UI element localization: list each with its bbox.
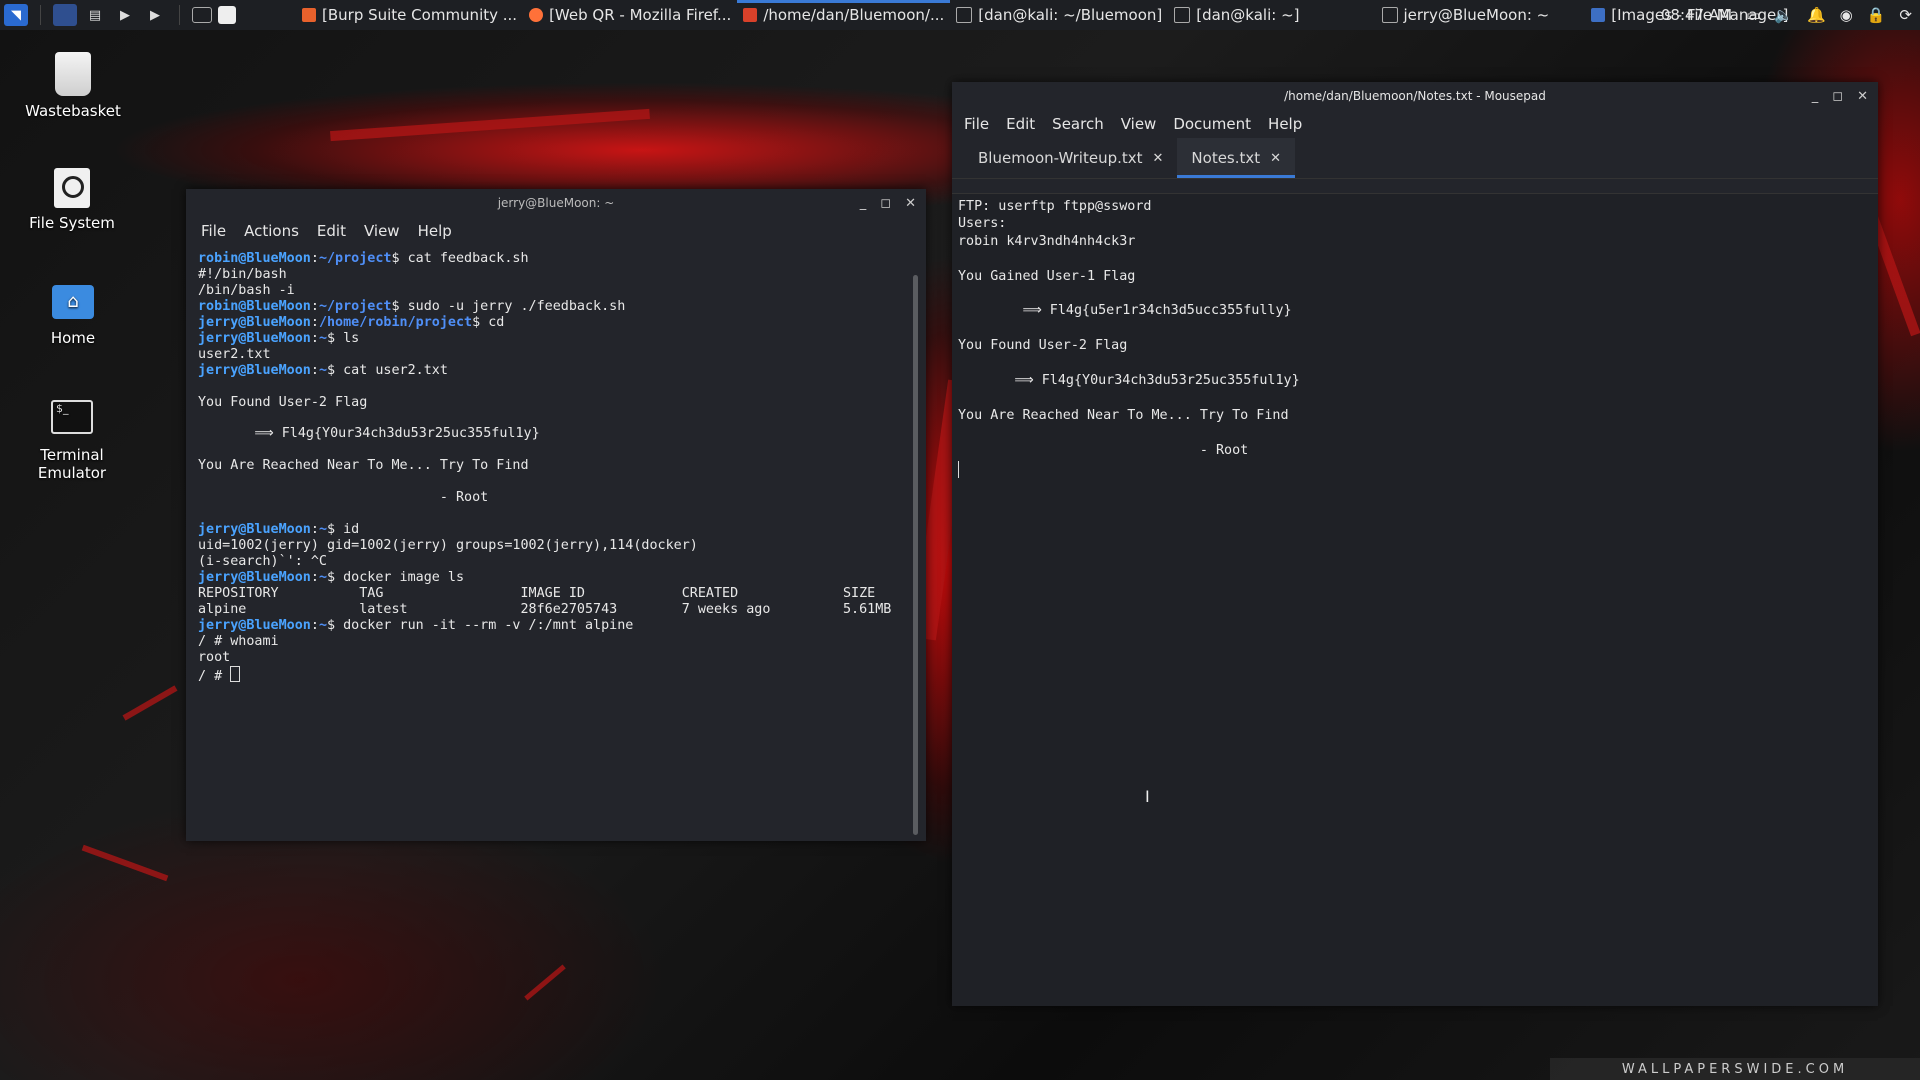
mousepad-titlebar[interactable]: /home/dan/Bluemoon/Notes.txt - Mousepad … [952, 82, 1878, 110]
file-manager-icon[interactable]: ▤ [83, 4, 107, 26]
terminal-icon [956, 7, 973, 23]
mousepad-window: /home/dan/Bluemoon/Notes.txt - Mousepad … [952, 82, 1878, 1006]
clock[interactable]: 08:47 AM [1661, 6, 1732, 24]
drive-icon [54, 168, 90, 208]
minimize-icon[interactable]: _ [1812, 89, 1819, 104]
text-caret [958, 461, 959, 478]
task-terminal-bluemoon[interactable]: [dan@kali: ~/Bluemoon] [950, 0, 1168, 30]
folder-icon [1591, 8, 1606, 22]
home-folder-icon: ⌂ [52, 285, 94, 319]
window-controls: _ ◻ ✕ [860, 189, 916, 217]
menu-actions[interactable]: Actions [244, 222, 299, 240]
menu-document[interactable]: Document [1173, 115, 1251, 133]
close-icon[interactable]: ✕ [905, 196, 916, 211]
terminal-window: jerry@BlueMoon: ~ _ ◻ ✕ File Actions Edi… [186, 189, 926, 841]
top-panel: ◥ ▤ ▶ ▶ [Burp Suite Community ... [Web Q… [0, 0, 1920, 30]
panel-separator [40, 5, 41, 25]
menu-help[interactable]: Help [1268, 115, 1302, 133]
mouse-ibeam-cursor-icon: I [1145, 787, 1150, 806]
wallpaper-watermark: WALLPAPERSWIDE.COM [1550, 1058, 1920, 1080]
menu-view[interactable]: View [364, 222, 400, 240]
desktop-icon-label: Wastebasket [25, 102, 121, 120]
desktop-icon-terminal[interactable]: $_ Terminal Emulator [12, 400, 132, 482]
menu-view[interactable]: View [1121, 115, 1157, 133]
desktop-icon-file-system[interactable]: File System [12, 168, 132, 232]
menu-file[interactable]: File [964, 115, 989, 133]
close-tab-icon[interactable]: ✕ [1153, 151, 1164, 166]
minimize-icon[interactable]: _ [860, 196, 867, 211]
workspace-icon[interactable] [53, 4, 77, 26]
terminal-icon [1381, 7, 1398, 23]
desktop-icon-home[interactable]: ⌂ Home [13, 285, 133, 347]
desktop-icon-label: Terminal Emulator [37, 446, 107, 482]
terminal-scrollbar[interactable] [913, 275, 918, 835]
menu-file[interactable]: File [201, 222, 226, 240]
panel-launchers: ◥ ▤ ▶ ▶ [0, 4, 236, 26]
terminal-titlebar[interactable]: jerry@BlueMoon: ~ _ ◻ ✕ [186, 189, 926, 217]
window-title: jerry@BlueMoon: ~ [497, 196, 615, 210]
taskbar: [Burp Suite Community ... [Web QR - Mozi… [296, 0, 1794, 30]
task-firefox[interactable]: [Web QR - Mozilla Firef... [523, 0, 737, 30]
maximize-icon[interactable]: ◻ [880, 196, 891, 211]
task-label: jerry@BlueMoon: ~ [1403, 6, 1550, 24]
terminal-icon: $_ [51, 400, 93, 434]
task-terminal-jerry[interactable]: jerry@BlueMoon: ~ [1376, 0, 1556, 30]
window-title: /home/dan/Bluemoon/Notes.txt - Mousepad [1284, 89, 1546, 103]
system-tray: 08:47 AM ▭ 🔈 🔔 ◉ 🔒 ⟳ [1661, 0, 1912, 30]
firefox-icon [529, 8, 544, 22]
task-mousepad[interactable]: /home/dan/Bluemoon/... [737, 0, 951, 30]
menu-edit[interactable]: Edit [1006, 115, 1035, 133]
tab-notes[interactable]: Notes.txt ✕ [1177, 138, 1296, 178]
display-icon[interactable]: ▭ [1746, 6, 1760, 24]
close-tab-icon[interactable]: ✕ [1270, 151, 1281, 166]
volume-icon[interactable]: 🔈 [1774, 6, 1793, 24]
terminal-icon [1174, 7, 1191, 23]
show-desktop-icon[interactable] [192, 7, 212, 23]
tab-label: Notes.txt [1191, 149, 1261, 167]
task-terminal-home[interactable]: [dan@kali: ~] [1168, 0, 1305, 30]
text-editor-launcher-icon[interactable]: ▶ [143, 4, 167, 26]
burp-icon [302, 8, 316, 22]
task-label: [Burp Suite Community ... [322, 6, 518, 24]
trash-icon [55, 52, 91, 96]
menu-help[interactable]: Help [418, 222, 452, 240]
terminal-output[interactable]: robin@BlueMoon:~/project$ cat feedback.s… [186, 251, 926, 685]
task-burp-suite[interactable]: [Burp Suite Community ... [296, 0, 523, 30]
desktop-icon-label: File System [29, 214, 115, 232]
mousepad-icon [743, 8, 758, 22]
editor-content[interactable]: FTP: userftp ftpp@ssword Users: robin k4… [952, 194, 1878, 463]
task-label: [dan@kali: ~/Bluemoon] [978, 6, 1163, 24]
task-label: [Web QR - Mozilla Firef... [549, 6, 732, 24]
terminal-launcher-icon[interactable]: ▶ [113, 4, 137, 26]
lock-icon[interactable]: 🔒 [1867, 6, 1886, 24]
network-icon[interactable]: ◉ [1840, 6, 1853, 24]
maximize-icon[interactable]: ◻ [1832, 89, 1843, 104]
editor-tabs: Bluemoon-Writeup.txt ✕ Notes.txt ✕ [952, 138, 1878, 179]
desktop-icon-label: Home [50, 329, 96, 347]
task-label: [dan@kali: ~] [1196, 6, 1300, 24]
panel-separator [179, 5, 180, 25]
power-icon[interactable]: ⟳ [1899, 6, 1912, 24]
tab-bluemoon-writeup[interactable]: Bluemoon-Writeup.txt ✕ [964, 138, 1177, 178]
menu-edit[interactable]: Edit [317, 222, 346, 240]
task-label: /home/dan/Bluemoon/... [763, 6, 945, 24]
close-icon[interactable]: ✕ [1857, 89, 1868, 104]
workspace-switcher-icon[interactable] [218, 6, 236, 24]
text-editor-area[interactable]: FTP: userftp ftpp@ssword Users: robin k4… [952, 193, 1878, 1006]
menu-search[interactable]: Search [1052, 115, 1104, 133]
kali-menu-icon[interactable]: ◥ [4, 4, 28, 26]
window-controls: _ ◻ ✕ [1812, 82, 1868, 110]
tab-label: Bluemoon-Writeup.txt [978, 149, 1143, 167]
notification-bell-icon[interactable]: 🔔 [1807, 6, 1826, 24]
mousepad-menubar: File Edit Search View Document Help [952, 110, 1878, 138]
terminal-menubar: File Actions Edit View Help [186, 217, 926, 245]
desktop-icon-wastebasket[interactable]: Wastebasket [13, 52, 133, 120]
